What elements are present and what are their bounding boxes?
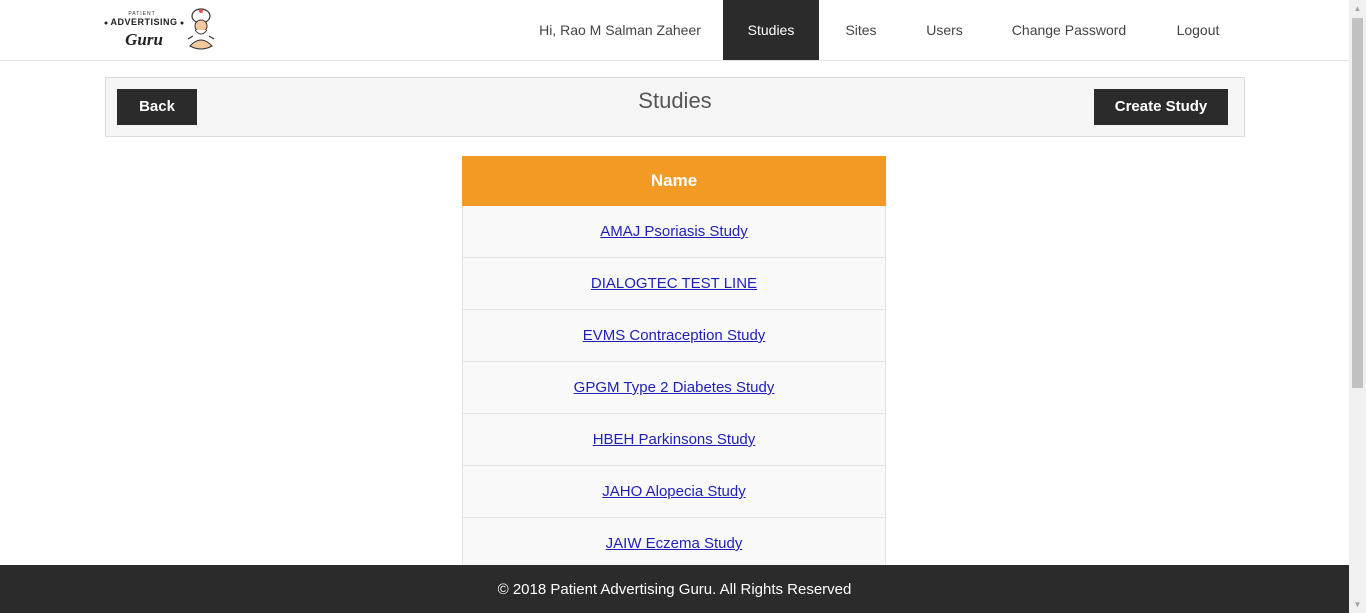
table-row: AMAJ Psoriasis Study [462, 206, 886, 258]
table-row: HBEH Parkinsons Study [462, 414, 886, 466]
nav-sites[interactable]: Sites [832, 0, 890, 60]
study-link[interactable]: DIALOGTEC TEST LINE [591, 275, 757, 292]
page-title: Studies [638, 88, 712, 113]
copyright-text: © 2018 Patient Advertising Guru. All Rig… [497, 581, 852, 598]
studies-table: Name AMAJ Psoriasis Study DIALOGTEC TEST… [462, 156, 886, 570]
study-link[interactable]: AMAJ Psoriasis Study [600, 223, 748, 240]
study-link[interactable]: GPGM Type 2 Diabetes Study [574, 379, 775, 396]
nav-change-password[interactable]: Change Password [1000, 0, 1138, 60]
viewport: PATIENT ADVERTISING Guru Hi, Rao M Salma… [0, 0, 1349, 613]
study-link[interactable]: HBEH Parkinsons Study [593, 431, 756, 448]
table-row: JAIW Eczema Study [462, 518, 886, 570]
nav-logout[interactable]: Logout [1160, 0, 1236, 60]
footer: © 2018 Patient Advertising Guru. All Rig… [0, 565, 1349, 613]
user-greeting: Hi, Rao M Salman Zaheer [539, 22, 701, 38]
create-study-button[interactable]: Create Study [1094, 89, 1228, 125]
logo-text-script: Guru [125, 30, 163, 49]
scrollbar-thumb[interactable] [1352, 18, 1363, 388]
column-header-name: Name [462, 156, 886, 206]
table-row: GPGM Type 2 Diabetes Study [462, 362, 886, 414]
top-navbar: PATIENT ADVERTISING Guru Hi, Rao M Salma… [0, 0, 1349, 61]
logo-text-mid: ADVERTISING [110, 17, 177, 27]
scroll-down-arrow-icon[interactable]: ▼ [1349, 596, 1366, 613]
table-row: EVMS Contraception Study [462, 310, 886, 362]
scroll-up-arrow-icon[interactable]: ▲ [1349, 0, 1366, 17]
table-row: JAHO Alopecia Study [462, 466, 886, 518]
table-row: DIALOGTEC TEST LINE [462, 258, 886, 310]
guru-logo-icon: PATIENT ADVERTISING Guru [104, 8, 215, 50]
nav-users[interactable]: Users [913, 0, 976, 60]
page-header-panel: Back Studies Create Study [105, 77, 1245, 137]
logo[interactable]: PATIENT ADVERTISING Guru [104, 6, 216, 54]
study-link[interactable]: JAHO Alopecia Study [602, 483, 745, 500]
study-link[interactable]: EVMS Contraception Study [583, 327, 766, 344]
vertical-scrollbar[interactable]: ▲ ▼ [1349, 0, 1366, 613]
nav-studies[interactable]: Studies [723, 0, 819, 60]
study-link[interactable]: JAIW Eczema Study [606, 535, 743, 552]
